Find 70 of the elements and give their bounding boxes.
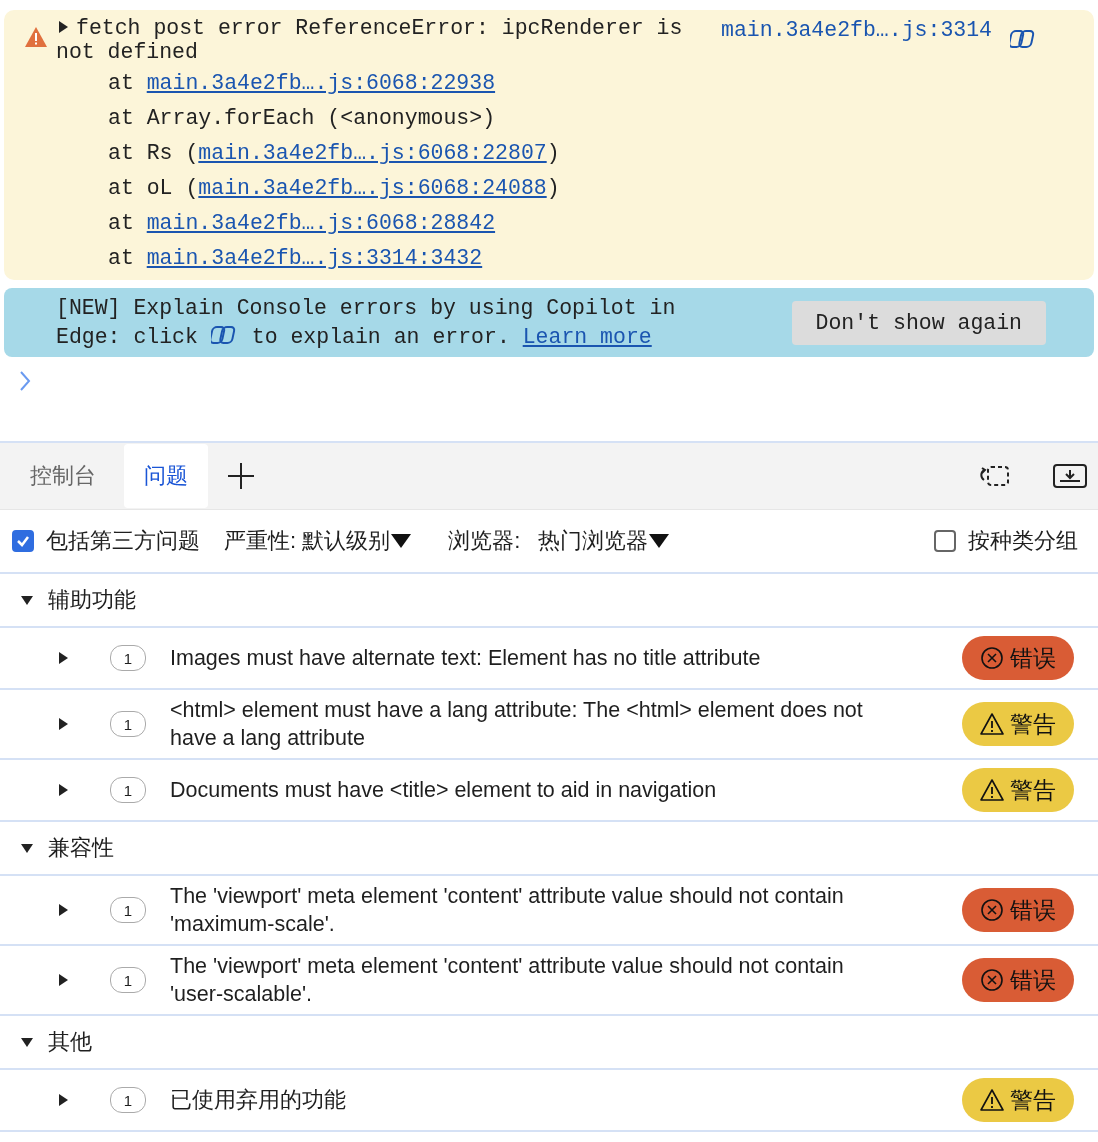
expand-triangle-icon[interactable] (20, 1035, 34, 1049)
source-link[interactable]: main.3a4e2fb….js:3314:3432 (146, 246, 483, 270)
expand-triangle-icon[interactable] (56, 783, 70, 797)
severity-badge: 错误 (962, 636, 1074, 680)
issue-row[interactable]: 1 The 'viewport' meta element 'content' attribute value should not contain 'user-scalable'. 错误 (0, 946, 1098, 1016)
dropdown-label: 严重性: 默认级别 (224, 527, 391, 555)
drawer-tab[interactable]: 问题 (124, 444, 208, 508)
dismiss-button[interactable]: Don't show again (791, 300, 1046, 345)
expand-triangle-icon[interactable] (56, 1093, 70, 1107)
count-badge: 1 (110, 711, 146, 737)
count-badge: 1 (110, 645, 146, 671)
group-title: 辅助功能 (48, 586, 136, 614)
source-link[interactable]: main.3a4e2fb….js:6068:22938 (146, 71, 496, 95)
count-badge: 1 (110, 897, 146, 923)
source-link[interactable]: main.3a4e2fb….js:3314 (721, 18, 992, 42)
expand-triangle-icon[interactable] (20, 593, 34, 607)
stack-frame: at oL (main.3a4e2fb….js:6068:24088) (108, 171, 1094, 206)
severity-dropdown[interactable]: 严重性: 默认级别 (224, 526, 413, 556)
prompt-chevron-icon[interactable] (18, 369, 32, 393)
issue-row[interactable]: 1 已使用弃用的功能 警告 (0, 1070, 1098, 1132)
warning-icon (24, 26, 48, 48)
stack-frame: at main.3a4e2fb….js:3314:3432 (108, 241, 1094, 276)
issue-text: The 'viewport' meta element 'content' attribute value should not contain 'user-scalable'. (170, 953, 845, 1008)
banner-text: [NEW] Explain Console errors by using Copilot in Edge: click to explain an error. Learn more (56, 295, 677, 351)
stack-frame: at Array.forEach (<anonymous>) (108, 101, 1094, 136)
stack-frame: at main.3a4e2fb….js:6068:22938 (108, 66, 1094, 101)
expand-triangle-icon[interactable] (56, 717, 70, 731)
count-badge: 1 (110, 777, 146, 803)
issue-text: The 'viewport' meta element 'content' attribute value should not contain 'maximum-scale'. (170, 883, 845, 938)
count-badge: 1 (110, 967, 146, 993)
stack-frame: at Rs (main.3a4e2fb….js:6068:22807) (108, 136, 1094, 171)
checkbox[interactable] (12, 530, 34, 552)
issue-row[interactable]: 1 The 'viewport' meta element 'content' attribute value should not contain 'maximum-scale'. 错误 (0, 876, 1098, 946)
expand-triangle-icon[interactable] (56, 973, 70, 987)
severity-badge: 错误 (962, 888, 1074, 932)
group-title: 其他 (48, 1028, 92, 1056)
panel-icon[interactable] (1052, 462, 1088, 490)
stack-frame: at main.3a4e2fb….js:6068:28842 (108, 206, 1094, 241)
checkbox-label: 包括第三方问题 (46, 527, 200, 555)
expand-triangle-icon[interactable] (56, 651, 70, 665)
expand-triangle-icon[interactable] (20, 841, 34, 855)
source-link[interactable]: main.3a4e2fb….js:6068:28842 (146, 211, 496, 235)
issue-row[interactable]: 1 Documents must have <title> element to aid in navigation 警告 (0, 760, 1098, 822)
error-message: fetch post error ReferenceError: ipcRenderer is not defined (56, 16, 684, 64)
learn-more-link[interactable]: Learn more (522, 325, 652, 349)
issue-text: Documents must have <title> element to aid in navigation (170, 777, 718, 804)
expand-triangle-icon[interactable] (56, 903, 70, 917)
caret-icon (390, 533, 413, 549)
dropdown-value: 热门浏览器 (538, 527, 649, 555)
caret-icon (648, 533, 671, 549)
drawer-tab[interactable]: 控制台 (10, 444, 116, 508)
add-tab-icon[interactable] (226, 461, 256, 491)
severity-badge: 警告 (962, 768, 1074, 812)
source-link[interactable]: main.3a4e2fb….js:6068:22807 (198, 141, 547, 165)
issue-text: 已使用弃用的功能 (170, 1087, 347, 1114)
issue-row[interactable]: 1 Images must have alternate text: Element has no title attribute 错误 (0, 628, 1098, 690)
severity-badge: 警告 (962, 702, 1074, 746)
count-badge: 1 (110, 1087, 146, 1113)
issue-text: Images must have alternate text: Element has no title attribute (170, 645, 762, 672)
source-link[interactable]: main.3a4e2fb….js:6068:24088 (198, 176, 547, 200)
issue-text: <html> element must have a lang attribute: The <html> element does not have a lang attribute (170, 697, 864, 752)
browser-dropdown[interactable]: 浏览器: 热门浏览器 (448, 526, 671, 556)
checkbox[interactable] (934, 530, 956, 552)
expand-triangle-icon[interactable] (56, 20, 70, 34)
checkbox-label: 按种类分组 (968, 527, 1078, 555)
dropdown-label: 浏览器: (448, 527, 521, 555)
severity-badge: 错误 (962, 958, 1074, 1002)
issue-row[interactable]: 1 <html> element must have a lang attribute: The <html> element does not have a lang attribute 警告 (0, 690, 1098, 760)
severity-badge: 警告 (962, 1078, 1074, 1122)
group-title: 兼容性 (48, 834, 114, 862)
